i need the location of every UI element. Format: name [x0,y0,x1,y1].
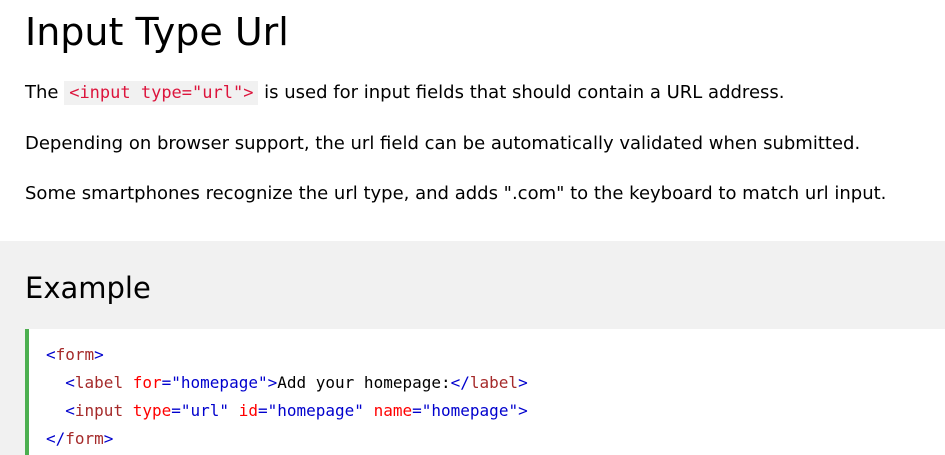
code-bracket: > [103,429,114,448]
code-bracket: > [518,373,528,392]
code-line-4: </form> [46,425,528,453]
example-panel: Example <form> <label for="homepage">Add… [0,241,945,455]
page: Input Type Url The <input type="url"> is… [0,0,945,455]
code-attribute: name [373,401,413,420]
code-tag-name: input [74,401,124,420]
code-attribute: id [238,401,258,420]
code-tag-name: label [469,373,519,392]
code-text-content: Add your homepage: [277,373,451,392]
code-bracket: > [518,401,528,420]
code-bracket: </ [46,429,66,448]
validation-paragraph: Depending on browser support, the url fi… [25,133,861,154]
example-heading: Example [25,271,151,305]
code-bracket: < [65,373,75,392]
code-tag-name: form [55,345,95,364]
code-attribute: type [132,401,172,420]
code-attribute: for [132,373,162,392]
intro-text-before: The [25,82,65,103]
code-attribute-value: "homepage" [421,401,519,420]
code-bracket: < [65,401,75,420]
page-title: Input Type Url [25,10,289,54]
code-example-block: <form> <label for="homepage">Add your ho… [25,329,945,455]
code-line-1: <form> [46,341,528,369]
code-equals: = [171,401,181,420]
code-tag-name: label [74,373,124,392]
inline-code-input-url: <input type="url"> [64,81,259,105]
code-tag-name: form [65,429,104,448]
code-bracket: > [267,373,278,392]
intro-paragraph: The <input type="url"> is used for input… [25,81,945,105]
smartphone-paragraph: Some smartphones recognize the url type,… [25,183,887,204]
code-equals: = [161,373,172,392]
code-bracket: < [46,345,56,364]
code-bracket: > [94,345,104,364]
code-attribute-value: "url" [180,401,230,420]
code-attribute-value: "homepage" [171,373,268,392]
code-bracket: </ [450,373,470,392]
main-content: Input Type Url The <input type="url"> is… [0,0,945,206]
intro-text-after: is used for input fields that should con… [258,82,785,103]
code-equals: = [257,401,268,420]
code-line-2: <label for="homepage">Add your homepage:… [46,369,528,397]
code-equals: = [412,401,422,420]
code-line-3: <input type="url" id="homepage" name="ho… [46,397,528,425]
code-attribute-value: "homepage" [267,401,364,420]
code-lines: <form> <label for="homepage">Add your ho… [46,341,528,453]
